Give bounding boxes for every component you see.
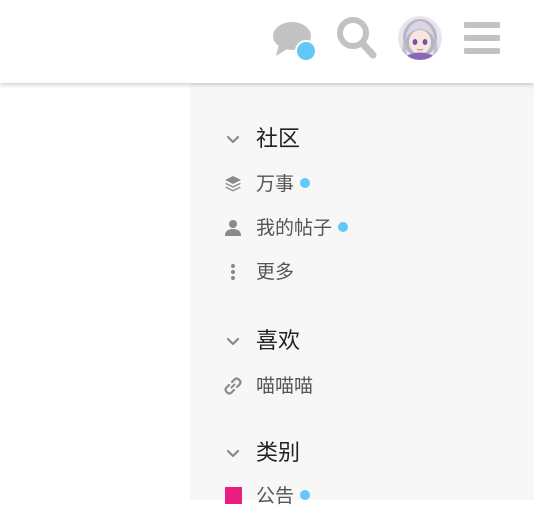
link-icon — [224, 377, 242, 395]
chat-unread-dot — [295, 40, 317, 62]
section-title-favorites: 喜欢 — [256, 329, 301, 354]
sidebar-item-label: 我的帖子 — [256, 217, 333, 239]
unread-dot — [338, 221, 349, 232]
user-icon — [225, 220, 241, 236]
section-title-categories: 类别 — [256, 441, 301, 466]
section-title-community: 社区 — [256, 127, 301, 152]
sidebar-item-label: 更多 — [256, 261, 295, 283]
sidebar-item-my-posts[interactable]: 我的帖子 — [190, 211, 534, 245]
search-icon — [337, 17, 377, 59]
search-button[interactable] — [336, 16, 378, 60]
vertical-ellipsis-icon — [231, 264, 235, 280]
unread-dot — [300, 177, 311, 188]
sidebar-item-label: 喵喵喵 — [256, 375, 314, 397]
sidebar-item-label: 公告 — [256, 485, 295, 507]
sidebar-item-meow[interactable]: 喵喵喵 — [190, 369, 534, 403]
sidebar-item-announcements[interactable]: 公告 — [190, 479, 534, 513]
section-header-favorites[interactable]: 喜欢 — [190, 324, 534, 360]
site-header — [0, 0, 534, 83]
chevron-down-icon — [226, 135, 240, 144]
section-header-categories[interactable]: 类别 — [190, 436, 534, 472]
sidebar: 社区 万事 我的帖子 更多 喜欢 喵喵喵 类别 公告 — [190, 83, 534, 507]
user-avatar[interactable] — [398, 16, 442, 60]
section-header-community[interactable]: 社区 — [190, 122, 534, 158]
avatar-image — [398, 16, 442, 60]
layers-icon — [225, 176, 241, 192]
chevron-down-icon — [226, 337, 240, 346]
sidebar-item-label: 万事 — [256, 173, 295, 195]
sidebar-item-more[interactable]: 更多 — [190, 255, 534, 289]
hamburger-menu-button[interactable] — [463, 20, 501, 56]
category-color-square — [225, 487, 242, 504]
chat-button[interactable] — [273, 20, 321, 64]
unread-dot — [300, 489, 311, 500]
hamburger-menu-icon — [464, 22, 500, 54]
chevron-down-icon — [226, 449, 240, 458]
sidebar-item-everything[interactable]: 万事 — [190, 167, 534, 201]
